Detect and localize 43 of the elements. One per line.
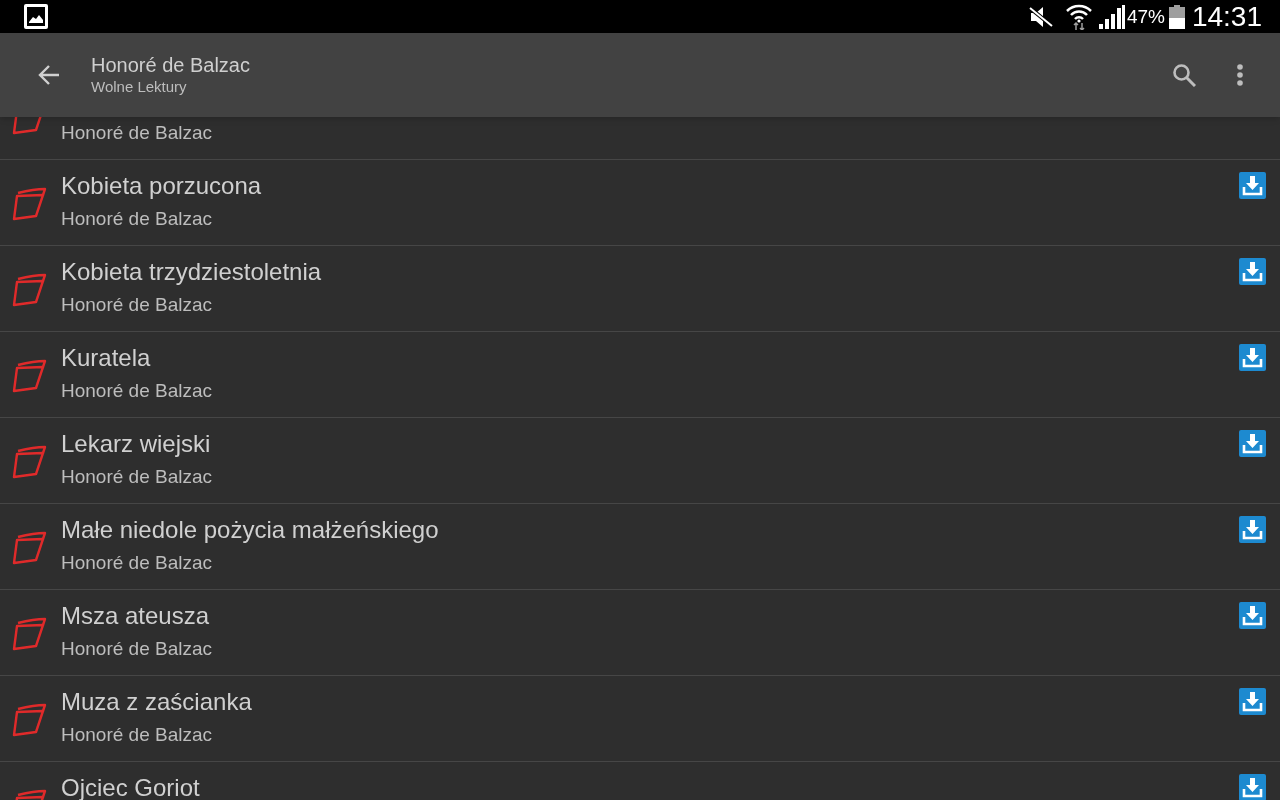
gallery-notification-icon [24, 4, 48, 29]
download-icon [1239, 344, 1266, 371]
download-button[interactable] [1239, 516, 1266, 543]
book-author: Honoré de Balzac [61, 637, 213, 661]
book-title: Kuratela [61, 343, 151, 373]
book-author: Honoré de Balzac [61, 207, 213, 231]
download-icon [1239, 774, 1266, 800]
back-arrow-icon [38, 64, 60, 86]
download-icon [1239, 430, 1266, 457]
signal-icon [1098, 4, 1125, 29]
book-title: Lekarz wiejski [61, 429, 211, 459]
overflow-menu-icon [1237, 64, 1243, 86]
book-title: Kobieta trzydziestoletnia [61, 257, 322, 287]
app-bar-subtitle: Wolne Lektury [91, 77, 187, 97]
book-author: Honoré de Balzac [61, 723, 213, 747]
download-button[interactable] [1239, 258, 1266, 285]
book-title: Msza ateusza [61, 601, 210, 631]
download-button[interactable] [1239, 774, 1266, 800]
book-title: Muza z zaścianka [61, 687, 252, 717]
mute-icon [1028, 5, 1053, 28]
book-title: Kobieta porzucona [61, 171, 262, 201]
download-icon [1239, 172, 1266, 199]
book-author: Honoré de Balzac [61, 121, 213, 145]
download-button[interactable] [1239, 688, 1266, 715]
book-author: Honoré de Balzac [61, 465, 213, 489]
clock-time: 14:31 [1191, 0, 1262, 33]
download-button[interactable] [1239, 344, 1266, 371]
download-icon [1239, 602, 1266, 629]
battery-icon [1168, 4, 1185, 29]
download-icon [1239, 258, 1266, 285]
book-author: Honoré de Balzac [61, 551, 213, 575]
wifi-icon [1065, 3, 1092, 30]
download-button[interactable] [1239, 430, 1266, 457]
download-icon [1239, 688, 1266, 715]
app-bar-title: Honoré de Balzac [91, 53, 250, 77]
book-author: Honoré de Balzac [61, 379, 213, 403]
download-button[interactable] [1239, 602, 1266, 629]
search-icon [1172, 63, 1196, 87]
book-author: Honoré de Balzac [61, 293, 213, 317]
download-button[interactable] [1239, 172, 1266, 199]
book-title: Małe niedole pożycia małżeńskiego [61, 515, 439, 545]
battery-percent: 47% [1126, 4, 1165, 29]
download-icon [1239, 516, 1266, 543]
